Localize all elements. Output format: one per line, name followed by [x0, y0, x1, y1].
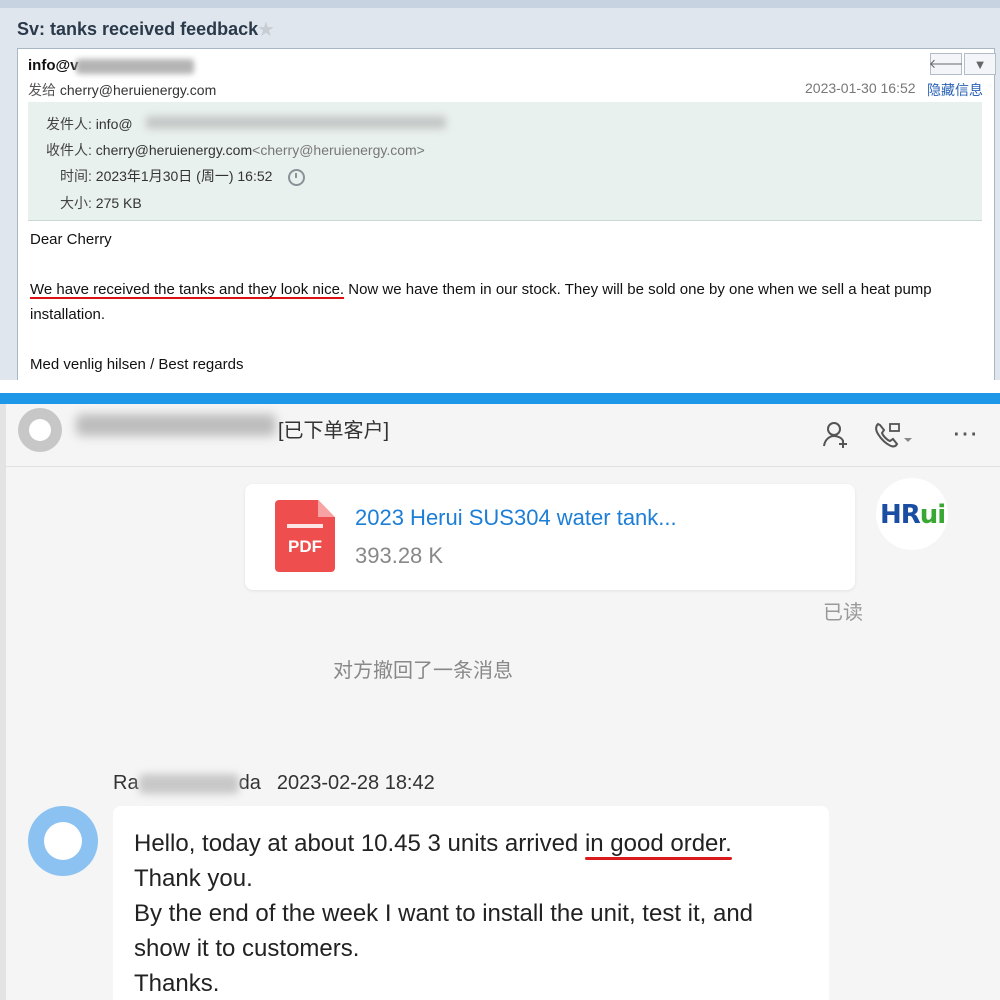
email-panel: Sv: tanks received feedback ★ info@v 发给 …	[0, 0, 1000, 380]
email-paragraph-line2: installation.	[30, 306, 106, 323]
window-top-strip	[0, 0, 1000, 8]
left-edge	[0, 404, 6, 1000]
message-line: Hello, today at about 10.45 3 units arri…	[134, 826, 814, 861]
from-address: info@v	[28, 57, 79, 74]
meta-to-angle: <cherry@heruienergy.com>	[252, 142, 425, 158]
hide-info-link[interactable]: 隐藏信息	[927, 80, 983, 100]
logo-text-part2: ui	[919, 500, 946, 530]
recipient-line: 发给 cherry@heruienergy.com	[28, 80, 216, 100]
chat-panel: [已下单客户] ⋯ PDF 2023 Herui SUS304 water ta…	[0, 404, 1000, 1000]
customer-tag: [已下单客户]	[278, 420, 390, 442]
more-options-icon[interactable]: ⋯	[952, 418, 980, 449]
email-meta-box: 发件人: info@ 收件人: cherry@heruienergy.com<c…	[28, 102, 982, 221]
highlighted-phrase: in good order.	[584, 830, 732, 857]
dropdown-arrow-icon[interactable]: ▼	[964, 53, 996, 75]
redacted-blur	[138, 773, 239, 794]
sender-avatar[interactable]	[28, 806, 98, 876]
star-icon[interactable]: ★	[257, 17, 275, 42]
meta-from-row: 发件人: info@	[46, 114, 133, 134]
read-status: 已读	[823, 602, 863, 624]
meta-to-value[interactable]: cherry@heruienergy.com	[96, 142, 252, 158]
pdf-label: PDF	[288, 537, 322, 556]
contact-avatar[interactable]	[18, 408, 62, 452]
message-line: show it to customers.	[134, 935, 360, 962]
sender-name-suffix: da	[238, 772, 261, 794]
email-greeting: Dear Cherry	[30, 231, 112, 248]
email-paragraph: We have received the tanks and they look…	[30, 277, 980, 302]
add-contact-icon[interactable]	[822, 420, 852, 456]
email-sheet: info@v 发给 cherry@heruienergy.com 2023-01…	[17, 48, 996, 380]
meta-from-label: 发件人:	[46, 116, 92, 132]
email-body: Dear Cherry We have received the tanks a…	[30, 227, 980, 377]
message-line: Thanks.	[134, 970, 220, 997]
recall-notice: 对方撤回了一条消息	[333, 660, 513, 682]
sender-line: Ra da 2023-02-28 18:42	[113, 772, 435, 795]
history-clock-icon[interactable]	[288, 168, 306, 186]
file-size: 393.28 K	[355, 543, 444, 568]
message-line: By the end of the week I want to install…	[134, 900, 754, 927]
meta-to-label: 收件人:	[46, 142, 92, 158]
message-text: Hello, today at about 10.45 3 units arri…	[134, 826, 814, 1000]
message-timestamp: 2023-02-28 18:42	[276, 772, 435, 794]
message-line1-text: Hello, today at about 10.45 3 units arri…	[134, 830, 585, 857]
message-line: Thank you.	[134, 865, 253, 892]
meta-size-value: 275 KB	[95, 195, 142, 211]
meta-from-value: info@	[95, 116, 133, 132]
email-signoff: Med venlig hilsen / Best regards	[30, 356, 244, 373]
highlighted-sentence: We have received the tanks and they look…	[30, 281, 345, 298]
email-subject: Sv: tanks received feedback	[17, 19, 259, 39]
pdf-file-icon: PDF	[275, 500, 335, 572]
sender-name-prefix: Ra	[113, 772, 139, 794]
recipient-label: 发给	[28, 82, 56, 98]
meta-to-row: 收件人: cherry@heruienergy.com<cherry@herui…	[46, 140, 425, 160]
email-datetime: 2023-01-30 16:52	[805, 80, 916, 96]
company-logo-avatar[interactable]: HRui	[876, 478, 948, 550]
file-card[interactable]: PDF 2023 Herui SUS304 water tank... 393.…	[245, 484, 855, 590]
redacted-blur	[76, 414, 276, 436]
reply-controls: 🡐 ▼	[928, 53, 996, 75]
reply-arrow-icon[interactable]: 🡐	[929, 53, 963, 75]
call-icon[interactable]	[872, 420, 912, 456]
logo-text: HRui	[880, 500, 946, 530]
email-paragraph-rest: Now we have them in our stock. They will…	[344, 281, 932, 298]
meta-time-value: 2023年1月30日 (周一) 16:52	[95, 168, 273, 184]
meta-time-label: 时间:	[60, 168, 92, 184]
pdf-bar	[287, 524, 323, 528]
divider-bar	[0, 393, 1000, 404]
message-bubble[interactable]: Hello, today at about 10.45 3 units arri…	[113, 806, 829, 1000]
redacted-blur	[146, 116, 446, 129]
meta-size-row: 大小: 275 KB	[60, 193, 142, 213]
pdf-fold	[318, 500, 335, 517]
logo-text-part1: HR	[880, 500, 921, 530]
meta-size-label: 大小:	[60, 195, 92, 211]
chat-header: [已下单客户] ⋯	[6, 404, 1000, 467]
divider-gap	[0, 380, 1000, 394]
recipient-address[interactable]: cherry@heruienergy.com	[60, 82, 216, 98]
meta-time-row: 时间: 2023年1月30日 (周一) 16:52	[60, 166, 306, 186]
redacted-blur	[76, 59, 194, 74]
file-name[interactable]: 2023 Herui SUS304 water tank...	[355, 505, 677, 531]
